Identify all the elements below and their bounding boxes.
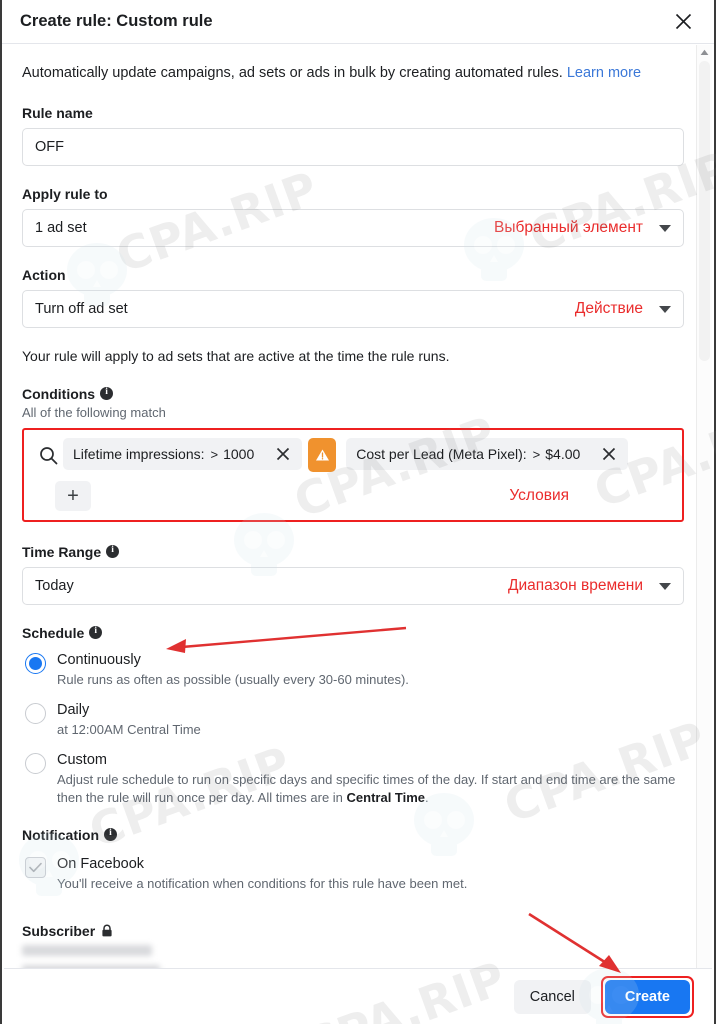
action-value: Turn off ad set: [35, 301, 128, 317]
conditions-label-text: Conditions: [22, 386, 96, 402]
rule-name-input[interactable]: OFF: [22, 128, 684, 166]
scrollbar-thumb[interactable]: [699, 61, 710, 361]
dialog-body: Automatically update campaigns, ad sets …: [4, 45, 712, 968]
info-icon[interactable]: i: [106, 544, 120, 558]
time-range-label-text: Time Range: [22, 544, 102, 560]
conditions-sublabel: All of the following match: [22, 405, 166, 420]
action-note: Your rule will apply to ad sets that are…: [22, 348, 450, 364]
schedule-option-label: Continuously: [57, 652, 141, 668]
info-icon[interactable]: i: [104, 827, 117, 841]
apply-rule-to-label: Apply rule to: [22, 186, 684, 202]
condition-name: Lifetime impressions:: [73, 446, 205, 462]
create-button-highlight: Create: [600, 975, 694, 1018]
intro-text: Automatically update campaigns, ad sets …: [22, 63, 684, 83]
rule-name-value: OFF: [35, 139, 64, 155]
checkmark-icon: [29, 862, 42, 873]
schedule-option-custom[interactable]: Custom Adjust rule schedule to run on sp…: [22, 752, 684, 807]
conditions-container: Lifetime impressions: > 1000 Cost per Le…: [22, 428, 684, 522]
time-range-annotation: Диапазон времени: [507, 577, 643, 594]
schedule-option-label: Daily: [57, 702, 90, 718]
action-annotation: Действие: [574, 300, 643, 317]
condition-value: $4.00: [545, 446, 581, 462]
close-icon[interactable]: [668, 7, 698, 37]
condition-chip[interactable]: Cost per Lead (Meta Pixel): > $4.00: [346, 438, 591, 470]
chevron-up-icon[interactable]: [697, 45, 712, 60]
schedule-option-daily[interactable]: Daily at 12:00AM Central Time: [22, 702, 684, 739]
dialog-footer: Cancel Create: [4, 968, 712, 1024]
schedule-option-continuously[interactable]: Continuously Rule runs as often as possi…: [22, 652, 684, 689]
schedule-option-description: Adjust rule schedule to run on specific …: [57, 771, 684, 807]
schedule-option-label: Custom: [57, 752, 107, 768]
schedule-label-text: Schedule: [22, 625, 85, 641]
info-icon[interactable]: i: [100, 386, 114, 400]
chevron-down-icon: [659, 224, 671, 232]
apply-rule-to-annotation: Выбранный элемент: [494, 219, 643, 236]
dialog-title: Create rule: Custom rule: [20, 12, 213, 30]
chevron-down-icon: [659, 582, 671, 590]
intro-text-body: Automatically update campaigns, ad sets …: [22, 65, 563, 81]
custom-desc-bold: Central Time: [346, 790, 426, 805]
subscriber-blurred-line: [22, 945, 152, 956]
time-range-label: Time Range i: [22, 544, 684, 560]
action-select[interactable]: Turn off ad set Действие: [22, 290, 684, 328]
conditions-add-row: + Условия: [33, 481, 673, 511]
create-button[interactable]: Create: [604, 979, 690, 1014]
condition-value: 1000: [223, 446, 255, 462]
custom-desc-part2: .: [425, 790, 429, 805]
cancel-button[interactable]: Cancel: [513, 979, 591, 1014]
condition-name: Cost per Lead (Meta Pixel):: [356, 446, 527, 462]
conditions-chip-row: Lifetime impressions: > 1000 Cost per Le…: [33, 438, 673, 472]
condition-operator: >: [210, 446, 219, 462]
time-range-value: Today: [35, 578, 74, 594]
time-range-select[interactable]: Today Диапазон времени: [22, 567, 684, 605]
info-icon[interactable]: i: [89, 625, 103, 639]
close-icon[interactable]: [264, 438, 303, 470]
vertical-scrollbar[interactable]: [696, 45, 712, 968]
radio-custom[interactable]: [25, 753, 46, 774]
lock-icon: [100, 924, 113, 937]
apply-rule-to-select[interactable]: 1 ad set Выбранный элемент: [22, 209, 684, 247]
subscriber-label: Subscriber: [22, 923, 684, 939]
chevron-down-icon: [659, 305, 671, 313]
notification-option-description: You'll receive a notification when condi…: [57, 876, 468, 891]
radio-continuously[interactable]: [25, 653, 46, 674]
close-icon[interactable]: [590, 438, 629, 470]
create-rule-dialog: Create rule: Custom rule Automatically u…: [0, 0, 716, 1024]
subscriber-label-text: Subscriber: [22, 923, 96, 939]
notification-option-on-facebook[interactable]: On Facebook You'll receive a notificatio…: [22, 856, 684, 893]
rule-name-label: Rule name: [22, 105, 684, 121]
action-label: Action: [22, 267, 684, 283]
notification-label-text: Notification: [22, 827, 99, 843]
conditions-label: Conditions i: [22, 386, 684, 402]
notification-option-label: On Facebook: [57, 856, 145, 872]
condition-chip[interactable]: Lifetime impressions: > 1000: [63, 438, 265, 470]
checkbox-on-facebook[interactable]: [25, 857, 46, 878]
condition-operator: >: [532, 446, 541, 462]
apply-rule-to-value: 1 ad set: [35, 220, 87, 236]
search-icon: [33, 438, 63, 472]
add-condition-button[interactable]: +: [55, 481, 91, 511]
apply-rule-to-label-text: Apply rule to: [22, 186, 108, 202]
schedule-option-description: at 12:00AM Central Time: [57, 722, 201, 737]
radio-daily[interactable]: [25, 703, 46, 724]
rule-name-label-text: Rule name: [22, 105, 93, 121]
learn-more-link[interactable]: Learn more: [567, 65, 641, 81]
conditions-annotation: Условия: [509, 487, 569, 504]
dialog-titlebar: Create rule: Custom rule: [2, 0, 714, 44]
schedule-label: Schedule i: [22, 625, 684, 641]
schedule-option-description: Rule runs as often as possible (usually …: [57, 672, 409, 687]
warning-triangle-icon[interactable]: [308, 438, 337, 472]
action-label-text: Action: [22, 267, 66, 283]
notification-label: Notification i: [22, 827, 684, 843]
